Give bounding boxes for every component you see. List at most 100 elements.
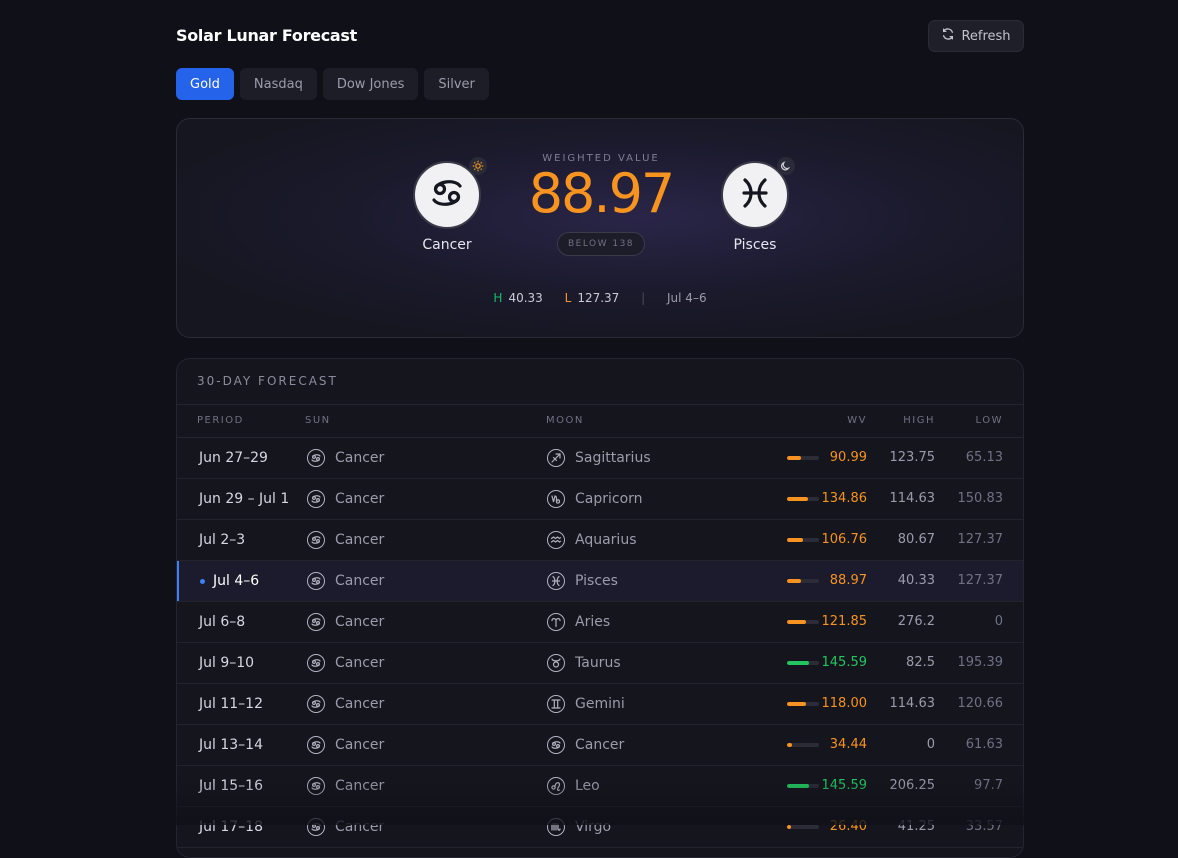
wv-level-bar [787, 538, 819, 542]
table-row[interactable]: Jun 29 – Jul 1 Cancer Capricorn 134.86 114.6… [177, 479, 1023, 520]
row-moon-sign: Taurus [575, 655, 621, 671]
row-moon-sign: Gemini [575, 696, 625, 712]
forecast-title: 30-DAY FORECAST [177, 359, 1023, 405]
row-low: 127.37 [957, 532, 1004, 547]
table-row[interactable]: Jul 2–3 Cancer Aquarius 106.76 80.67 127.37 [177, 520, 1023, 561]
current-indicator [200, 579, 205, 584]
row-period: Jul 11–12 [199, 696, 263, 712]
tab-nasdaq[interactable]: Nasdaq [239, 68, 317, 100]
wv-level-bar [787, 825, 819, 829]
col-wv: WV [847, 415, 867, 426]
row-period: Jun 29 – Jul 1 [199, 491, 290, 507]
row-low: 97.7 [974, 778, 1003, 793]
table-row[interactable]: Jul 6–8 Cancer Aries 121.85 276.2 0 [177, 602, 1023, 643]
low-value: 127.37 [577, 291, 620, 305]
tab-gold[interactable]: Gold [176, 68, 234, 100]
aquarius-icon [547, 531, 565, 549]
row-low: 61.63 [965, 737, 1003, 752]
row-high: 41.25 [897, 819, 935, 834]
high-value: 40.33 [508, 291, 543, 305]
row-sun-sign: Cancer [335, 778, 385, 794]
wv-level-fill [787, 497, 808, 501]
table-row[interactable]: Jul 13–14 Cancer Cancer 34.44 0 61.63 [177, 725, 1023, 766]
wv-level-bar [787, 661, 819, 665]
capricorn-icon [547, 490, 565, 508]
wv-level-fill [787, 579, 802, 583]
pisces-icon [735, 173, 775, 217]
virgo-icon [547, 818, 565, 836]
row-sun-sign: Cancer [335, 819, 385, 835]
wv-level-bar [787, 497, 819, 501]
row-low: 0 [994, 614, 1003, 629]
taurus-icon [547, 654, 565, 672]
wv-level-bar [787, 456, 819, 460]
tab-dow-jones[interactable]: Dow Jones [322, 68, 419, 100]
table-header: PERIOD SUN MOON WV HIGH LOW [177, 405, 1023, 438]
cancer-icon [307, 654, 325, 672]
cancer-icon [427, 173, 467, 217]
pisces-icon [547, 572, 565, 590]
hero-stats: H 40.33 L 127.37 | Jul 4–6 [177, 291, 1023, 305]
sun-sign-name: Cancer [422, 237, 472, 253]
market-tabs: Gold Nasdaq Dow Jones Silver [176, 68, 489, 100]
row-period: Jul 9–10 [199, 655, 255, 671]
weighted-value: 88.97 [501, 166, 701, 222]
wv-level-fill [787, 825, 791, 829]
wv-level-fill [787, 743, 792, 747]
page-title: Solar Lunar Forecast [176, 26, 357, 45]
sun-sign-block: Cancer [387, 157, 507, 253]
cancer-icon [307, 490, 325, 508]
sun-sign-emblem [413, 157, 487, 229]
current-period: Jul 4–6 [667, 291, 707, 305]
table-row[interactable]: Jul 11–12 Cancer Gemini 118.00 114.63 120.66 [177, 684, 1023, 725]
row-wv: 106.76 [821, 532, 868, 547]
row-sun-sign: Cancer [335, 573, 385, 589]
threshold-badge: BELOW 138 [556, 232, 646, 256]
wv-level-bar [787, 784, 819, 788]
table-row[interactable]: Jul 9–10 Cancer Taurus 145.59 82.5 195.39 [177, 643, 1023, 684]
row-moon-sign: Pisces [575, 573, 618, 589]
row-period: Jul 6–8 [199, 614, 246, 630]
row-high: 114.63 [889, 491, 936, 506]
high-label: H [493, 291, 503, 305]
wv-level-bar [787, 743, 819, 747]
tab-silver[interactable]: Silver [424, 68, 489, 100]
col-moon: MOON [546, 415, 584, 426]
gemini-icon [547, 695, 565, 713]
cancer-icon [307, 572, 325, 590]
wv-level-fill [787, 702, 806, 706]
row-high: 114.63 [889, 696, 936, 711]
weighted-value-block: WEIGHTED VALUE 88.97 BELOW 138 [501, 153, 701, 256]
col-period: PERIOD [197, 415, 244, 426]
row-moon-sign: Aries [575, 614, 611, 630]
row-sun-sign: Cancer [335, 614, 385, 630]
sun-icon [469, 157, 487, 175]
cancer-icon [307, 613, 325, 631]
row-low: 150.83 [957, 491, 1004, 506]
table-row[interactable]: Jul 17–18 Cancer Virgo 26.40 41.25 33.57 [177, 807, 1023, 848]
row-wv: 134.86 [821, 491, 868, 506]
cancer-icon [307, 736, 325, 754]
row-period: Jul 4–6 [213, 573, 260, 589]
row-sun-sign: Cancer [335, 737, 385, 753]
current-period-card: Cancer WEIGHTED VALUE 88.97 BELOW 138 Pi… [176, 118, 1024, 338]
cancer-icon [307, 818, 325, 836]
leo-icon [547, 777, 565, 795]
row-high: 0 [926, 737, 935, 752]
table-row[interactable]: Jul 4–6 Cancer Pisces 88.97 40.33 127.37 [177, 561, 1023, 602]
row-high: 80.67 [897, 532, 935, 547]
refresh-button[interactable]: Refresh [928, 20, 1024, 52]
row-sun-sign: Cancer [335, 655, 385, 671]
moon-sign-block: Pisces [695, 157, 815, 253]
row-moon-sign: Aquarius [575, 532, 637, 548]
app: Solar Lunar Forecast Refresh Gold Nasdaq… [176, 0, 1024, 858]
table-row[interactable]: Jul 15–16 Cancer Leo 145.59 206.25 97.7 [177, 766, 1023, 807]
cancer-icon [307, 531, 325, 549]
row-high: 123.75 [889, 450, 936, 465]
row-wv: 88.97 [829, 573, 867, 588]
refresh-icon [941, 27, 955, 45]
row-high: 276.2 [897, 614, 935, 629]
weighted-value-int: 88. [528, 162, 611, 225]
row-moon-sign: Virgo [575, 819, 612, 835]
table-row[interactable]: Jun 27–29 Cancer Sagittarius 90.99 123.75 65.… [177, 438, 1023, 479]
